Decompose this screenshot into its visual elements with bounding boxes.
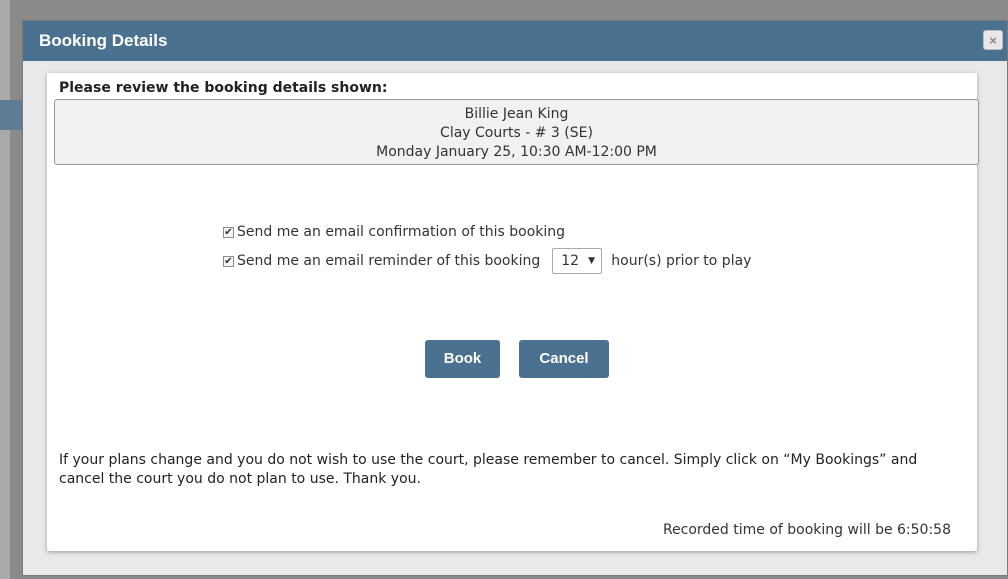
booking-details-box: Billie Jean King Clay Courts - # 3 (SE) … <box>54 99 979 165</box>
player-name: Billie Jean King <box>464 106 569 122</box>
background-accent <box>0 100 24 130</box>
reminder-hours-value: 12 <box>561 253 580 269</box>
close-button[interactable]: × <box>983 30 1003 50</box>
confirmation-option: ✔ Send me an email confirmation of this … <box>223 224 565 240</box>
cancellation-notice: If your plans change and you do not wish… <box>59 452 918 487</box>
reminder-label: Send me an email reminder of this bookin… <box>237 253 541 269</box>
reminder-hours-select[interactable]: 12 ▼ <box>552 248 603 274</box>
reminder-suffix: hour(s) prior to play <box>611 253 752 269</box>
review-heading: Please review the booking details shown: <box>59 80 388 96</box>
close-icon: × <box>989 33 997 48</box>
confirmation-checkbox[interactable]: ✔ <box>223 226 234 238</box>
dialog-title: Booking Details <box>39 31 168 50</box>
reminder-option: ✔ Send me an email reminder of this book… <box>223 248 751 274</box>
recorded-time: Recorded time of booking will be 6:50:58 <box>662 522 951 538</box>
dialog-content: Please review the booking details shown:… <box>47 73 979 551</box>
background-page <box>0 0 10 579</box>
booking-dialog: Booking Details × Please review the book… <box>22 20 1008 576</box>
court-name: Clay Courts - # 3 (SE) <box>440 125 593 141</box>
booking-datetime: Monday January 25, 10:30 AM-12:00 PM <box>376 144 657 160</box>
dialog-titlebar: Booking Details × <box>23 21 1007 61</box>
chevron-down-icon: ▼ <box>588 256 596 266</box>
checkmark-icon: ✔ <box>224 255 233 267</box>
reminder-checkbox[interactable]: ✔ <box>223 255 234 267</box>
confirmation-label: Send me an email confirmation of this bo… <box>237 224 566 240</box>
cancel-button[interactable]: Cancel <box>519 340 609 378</box>
book-button[interactable]: Book <box>425 340 500 378</box>
checkmark-icon: ✔ <box>224 226 233 238</box>
